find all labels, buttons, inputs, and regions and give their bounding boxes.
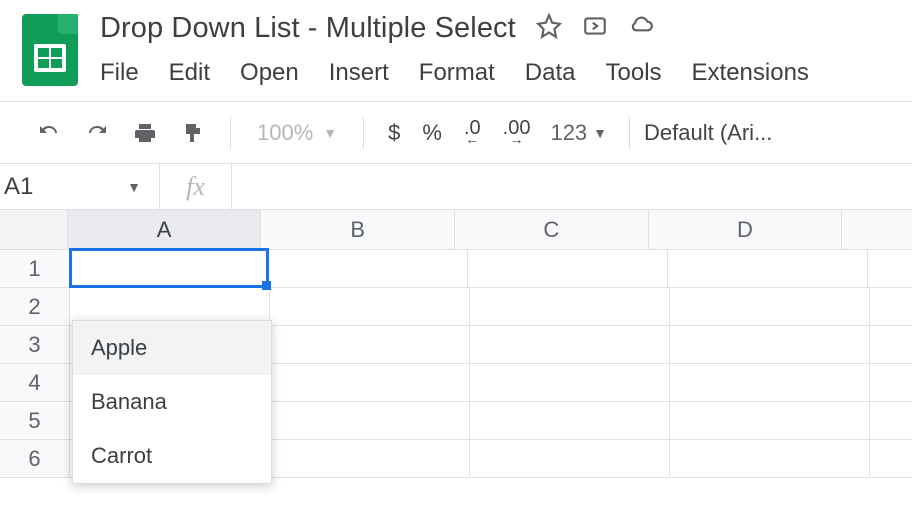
print-button[interactable] bbox=[122, 115, 168, 151]
toolbar: 100% ▼ $ % .0 ← .00 → 123▼ Default (Ari.… bbox=[0, 102, 912, 164]
cell-a1[interactable] bbox=[69, 248, 269, 288]
menu-open[interactable]: Open bbox=[240, 59, 299, 87]
menu-format[interactable]: Format bbox=[419, 59, 495, 87]
column-header-e-partial[interactable] bbox=[842, 210, 912, 249]
cell-d6[interactable] bbox=[670, 440, 870, 477]
redo-button[interactable] bbox=[74, 115, 120, 151]
row-header-3[interactable]: 3 bbox=[0, 326, 70, 363]
paint-format-button[interactable] bbox=[170, 115, 216, 151]
increase-decimal-button[interactable]: .00 → bbox=[493, 115, 541, 151]
header: Drop Down List - Multiple Select File Ed… bbox=[0, 0, 912, 102]
validation-dropdown: Apple Banana Carrot bbox=[72, 320, 272, 484]
cell-c2[interactable] bbox=[470, 288, 670, 325]
cell-d2[interactable] bbox=[670, 288, 870, 325]
toolbar-separator bbox=[629, 117, 630, 149]
font-select[interactable]: Default (Ari... bbox=[644, 120, 772, 146]
cell-d1[interactable] bbox=[668, 250, 868, 287]
toolbar-separator bbox=[230, 117, 231, 149]
row-header-4[interactable]: 4 bbox=[0, 364, 70, 401]
cell-b1[interactable] bbox=[268, 250, 468, 287]
row-header-6[interactable]: 6 bbox=[0, 440, 70, 477]
column-header-c[interactable]: C bbox=[455, 210, 649, 249]
format-currency-button[interactable]: $ bbox=[378, 120, 410, 146]
document-title[interactable]: Drop Down List - Multiple Select bbox=[100, 12, 516, 45]
cell-c3[interactable] bbox=[470, 326, 670, 363]
menu-extensions[interactable]: Extensions bbox=[692, 59, 809, 87]
dropdown-item-2[interactable]: Carrot bbox=[73, 429, 271, 483]
formula-bar: A1 ▼ fx bbox=[0, 164, 912, 210]
dropdown-item-1[interactable]: Banana bbox=[73, 375, 271, 429]
sheets-logo[interactable] bbox=[22, 14, 78, 86]
cell-b5[interactable] bbox=[270, 402, 470, 439]
select-all-corner[interactable] bbox=[0, 210, 68, 249]
menu-data[interactable]: Data bbox=[525, 59, 576, 87]
row-header-1[interactable]: 1 bbox=[0, 250, 70, 287]
formula-input[interactable] bbox=[232, 164, 912, 209]
menubar: File Edit Open Insert Format Data Tools … bbox=[100, 59, 912, 87]
name-box[interactable]: A1 ▼ bbox=[0, 164, 160, 209]
column-header-a[interactable]: A bbox=[68, 210, 262, 249]
cloud-status-icon[interactable] bbox=[628, 13, 654, 44]
number-format-select[interactable]: 123▼ bbox=[542, 120, 615, 146]
cell-c5[interactable] bbox=[470, 402, 670, 439]
cell-b6[interactable] bbox=[270, 440, 470, 477]
cell-b2[interactable] bbox=[270, 288, 470, 325]
fx-icon: fx bbox=[160, 164, 232, 209]
cell-c6[interactable] bbox=[470, 440, 670, 477]
toolbar-separator bbox=[363, 117, 364, 149]
move-icon[interactable] bbox=[582, 13, 608, 44]
menu-tools[interactable]: Tools bbox=[606, 59, 662, 87]
cell-c4[interactable] bbox=[470, 364, 670, 401]
menu-file[interactable]: File bbox=[100, 59, 139, 87]
menu-insert[interactable]: Insert bbox=[329, 59, 389, 87]
decrease-decimal-button[interactable]: .0 ← bbox=[454, 115, 491, 151]
row-header-5[interactable]: 5 bbox=[0, 402, 70, 439]
star-icon[interactable] bbox=[536, 13, 562, 44]
cell-d3[interactable] bbox=[670, 326, 870, 363]
cell-b4[interactable] bbox=[270, 364, 470, 401]
column-header-d[interactable]: D bbox=[649, 210, 843, 249]
cell-d5[interactable] bbox=[670, 402, 870, 439]
dropdown-item-0[interactable]: Apple bbox=[73, 321, 271, 375]
undo-button[interactable] bbox=[26, 115, 72, 151]
column-header-b[interactable]: B bbox=[261, 210, 455, 249]
format-percent-button[interactable]: % bbox=[412, 120, 452, 146]
row-header-2[interactable]: 2 bbox=[0, 288, 70, 325]
cell-b3[interactable] bbox=[270, 326, 470, 363]
cell-c1[interactable] bbox=[468, 250, 668, 287]
menu-edit[interactable]: Edit bbox=[169, 59, 210, 87]
fill-handle[interactable] bbox=[262, 281, 271, 290]
cell-d4[interactable] bbox=[670, 364, 870, 401]
zoom-select[interactable]: 100% ▼ bbox=[245, 120, 349, 146]
